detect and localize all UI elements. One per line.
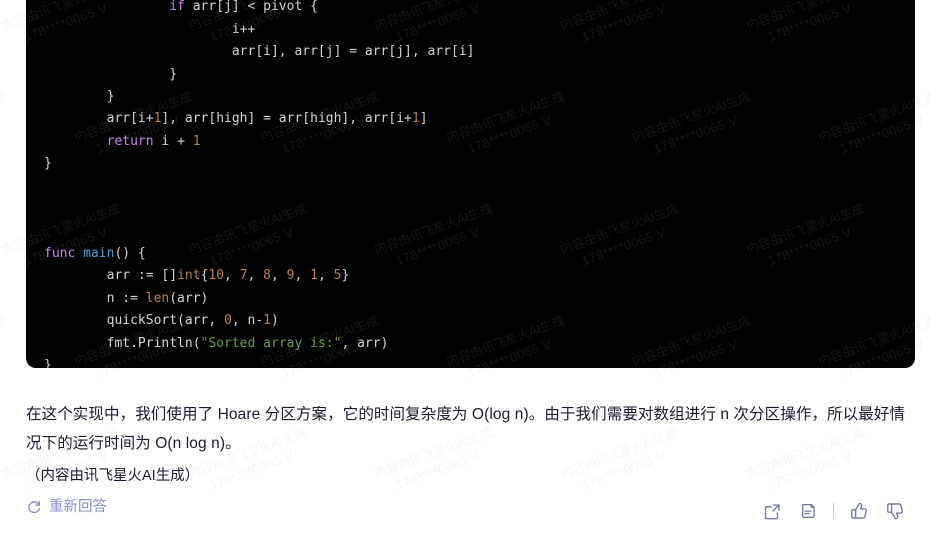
copy-icon[interactable] xyxy=(790,494,826,528)
code-token: , arr) xyxy=(341,335,389,351)
code-token: , xyxy=(247,268,264,284)
code-token: int xyxy=(177,268,201,284)
code-token: if xyxy=(169,0,185,15)
code-token: , xyxy=(317,268,334,284)
code-token: ], arr[high] = arr[high], arr[i+ xyxy=(161,111,412,127)
code-token: "Sorted array is:" xyxy=(200,335,342,351)
code-token: arr[i+ xyxy=(44,111,154,127)
code-token: 7 xyxy=(239,268,248,284)
watermark-line2: 178****0065 V xyxy=(0,329,15,389)
code-token: , xyxy=(224,268,240,284)
code-block-scroll-area[interactable]: for j := low; j < high; j++ { if arr[j] … xyxy=(26,0,915,368)
code-token: } xyxy=(44,89,115,105)
code-token: } xyxy=(341,268,350,284)
regenerate-label: 重新回答 xyxy=(49,499,107,515)
code-block[interactable]: for j := low; j < high; j++ { if arr[j] … xyxy=(26,0,915,368)
watermark-line1: 内容由讯飞星火AI生成 xyxy=(0,87,9,147)
code-token: 1 xyxy=(192,133,201,149)
code-token: i + xyxy=(153,133,193,149)
code-token: (arr) xyxy=(169,290,209,306)
regenerate-button[interactable]: 重新回答 xyxy=(26,497,107,517)
answer-paragraph: 在这个实现中，我们使用了 Hoare 分区方案，它的时间复杂度为 O(log n… xyxy=(26,400,912,458)
code-token: i++ xyxy=(44,21,256,37)
code-token: arr := [] xyxy=(44,268,178,284)
answer-action-icons xyxy=(754,494,913,528)
watermark-line1: 内容由讯飞星火AI生成 xyxy=(0,311,9,371)
code-token: quickSort(arr, xyxy=(44,313,225,329)
code-token: } xyxy=(44,357,52,368)
thumbs-down-icon[interactable] xyxy=(877,494,913,528)
code-token: 8 xyxy=(263,268,271,284)
code-token: len xyxy=(145,290,170,306)
code-token: ) xyxy=(270,313,279,329)
ai-disclaimer: （内容由讯飞星火AI生成） xyxy=(26,468,200,484)
code-token: 1 xyxy=(411,111,420,127)
code-token: arr[j] < pivot { xyxy=(184,0,318,15)
code-token: func xyxy=(44,245,76,261)
code-token: } xyxy=(44,156,52,172)
code-token: , xyxy=(271,268,287,284)
share-icon[interactable] xyxy=(754,494,790,528)
watermark-tile: 内容由讯飞星火AI生成178****0065 V xyxy=(0,87,15,164)
watermark-tile: 内容由讯飞星火AI生成178****0065 V xyxy=(0,311,15,388)
code-token: return xyxy=(106,133,154,149)
code-token: fmt.Println( xyxy=(44,335,201,351)
code-token: 1 xyxy=(263,313,271,329)
thumbs-up-icon[interactable] xyxy=(841,494,877,528)
code-content: for j := low; j < high; j++ { if arr[j] … xyxy=(26,0,915,368)
code-token: 1 xyxy=(310,268,318,284)
refresh-icon xyxy=(26,499,42,515)
answer-paragraph-text: 在这个实现中，我们使用了 Hoare 分区方案，它的时间复杂度为 O(log n… xyxy=(26,406,906,452)
code-token: } xyxy=(44,66,178,82)
code-token: () { xyxy=(114,245,146,261)
code-token: 10 xyxy=(208,268,225,284)
code-token: ] xyxy=(419,111,428,127)
code-token: arr[i], arr[j] = arr[j], arr[i] xyxy=(44,44,475,60)
action-divider xyxy=(833,503,834,519)
code-token: , xyxy=(294,268,311,284)
answer-footer-bar: 重新回答 xyxy=(0,494,930,539)
code-token: n := xyxy=(44,290,146,306)
code-token: , n- xyxy=(231,313,264,329)
code-token: main xyxy=(83,245,115,261)
code-token: 0 xyxy=(224,313,232,329)
watermark-line2: 178****0065 V xyxy=(0,105,15,165)
